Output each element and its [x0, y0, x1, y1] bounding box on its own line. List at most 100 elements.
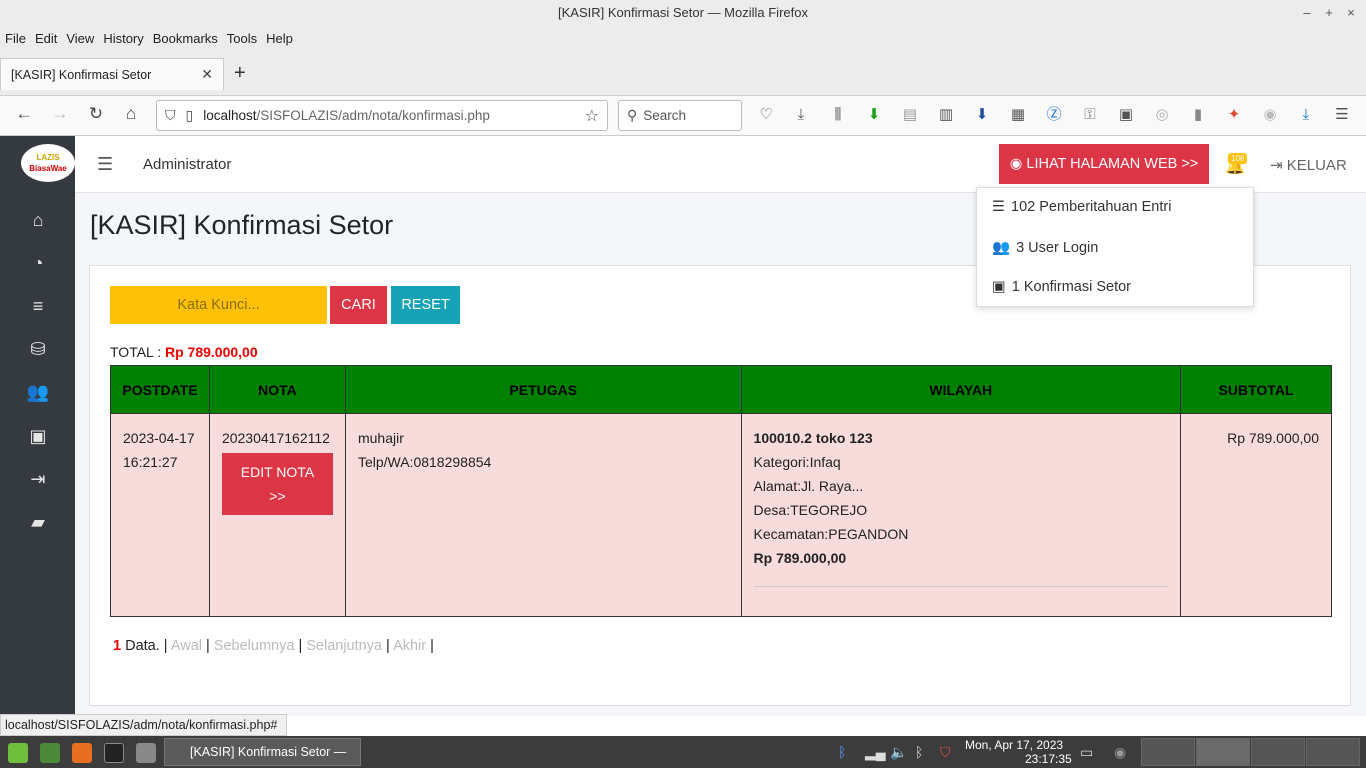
nav-bar: ← → ↻ ⌂ ⛉ ▯ localhost/SISFOLAZIS/adm/not… [0, 96, 1366, 136]
taskbar: [KASIR] Konfirmasi Setor — ... ᛒ ▂▄ 🔈 ᛒ … [0, 736, 1366, 768]
users-icon[interactable]: 👥 [26, 382, 50, 403]
menu-history[interactable]: History [103, 31, 143, 46]
pager-last[interactable]: Akhir [393, 638, 426, 654]
app-menu-icon[interactable]: ☰ [1332, 105, 1352, 125]
lock-icon[interactable]: ⚿ [1080, 105, 1100, 125]
dropdown-item-entri[interactable]: ☰ 102 Pemberitahuan Entri [992, 199, 1171, 215]
database-icon[interactable]: ⛁ [26, 339, 50, 360]
header-nota: NOTA [208, 365, 346, 414]
window-title: [KASIR] Konfirmasi Setor — Mozilla Firef… [558, 5, 808, 20]
user-label: Administrator [143, 156, 232, 173]
qr-code-icon[interactable]: ▣ [1116, 105, 1136, 125]
save-icon[interactable]: ⬇ [972, 105, 992, 125]
edit-nota-button[interactable]: EDIT NOTA >> [221, 453, 333, 515]
app-logo[interactable]: LAZIS BiasaWae [21, 144, 75, 182]
taskbar-window-button[interactable]: [KASIR] Konfirmasi Setor — ... [164, 738, 361, 766]
close-window-button[interactable]: × [1342, 0, 1360, 26]
maximize-button[interactable]: + [1320, 0, 1338, 26]
subtotal-value: Rp 789.000,00 [1227, 430, 1319, 446]
page-info-icon[interactable]: ▯ [186, 107, 194, 124]
pocket-icon[interactable]: ♡ [756, 105, 776, 125]
network-icon[interactable]: ▂▄ [865, 744, 886, 761]
view-website-button[interactable]: ◉ LIHAT HALAMAN WEB >> [999, 144, 1209, 184]
library-icon[interactable]: ⫼ [828, 105, 848, 125]
clock[interactable]: Mon, Apr 17, 2023 23:17:35 [965, 738, 1072, 766]
forward-arrow-icon[interactable]: → [49, 104, 71, 124]
wilayah-kategori: Kategori:Infaq [753, 454, 841, 470]
notification-badge: 106 [1228, 153, 1248, 164]
table-header-row: POSTDATE NOTA PETUGAS WILAYAH SUBTOTAL [110, 365, 1332, 414]
browser-tab[interactable]: [KASIR] Konfirmasi Setor ✕ [0, 58, 224, 90]
menu-view[interactable]: View [66, 31, 94, 46]
logout-button[interactable]: ⇥ KELUAR [1270, 156, 1347, 174]
terminal-icon[interactable] [104, 743, 124, 763]
pager-first[interactable]: Awal [171, 638, 202, 654]
zoom-extension-icon[interactable]: Ⓩ [1044, 105, 1064, 125]
menu-tools[interactable]: Tools [227, 31, 257, 46]
shield-alert-icon[interactable]: ⛉ [940, 744, 951, 761]
hamburger-icon[interactable]: ☰ [97, 154, 113, 175]
reader-icon[interactable]: ▥ [936, 105, 956, 125]
bluetooth-icon[interactable]: ᛒ [838, 744, 846, 760]
menu-help[interactable]: Help [266, 31, 293, 46]
petugas-name: muhajir [357, 430, 404, 446]
money-icon[interactable]: ▣ [26, 426, 50, 447]
data-label: Data. [125, 638, 160, 654]
firefox-icon[interactable] [72, 743, 92, 763]
home-icon[interactable]: ⌂ [120, 104, 142, 124]
downloads-icon[interactable]: ⤓ [791, 105, 811, 125]
url-text[interactable]: localhost/SISFOLAZIS/adm/nota/konfirmasi… [203, 108, 490, 123]
home-icon[interactable]: ⌂ [26, 210, 50, 231]
grid-icon[interactable]: ▦ [1008, 105, 1028, 125]
wilayah-kecamatan: Kecamatan:PEGANDON [753, 526, 909, 542]
workspace-2[interactable] [1196, 738, 1250, 766]
menu-file[interactable]: File [5, 31, 26, 46]
server-icon[interactable]: ≡ [26, 296, 50, 317]
url-bar[interactable]: ⛉ ▯ localhost/SISFOLAZIS/adm/nota/konfir… [156, 100, 608, 131]
workspace-3[interactable] [1251, 738, 1305, 766]
reset-button[interactable]: RESET [391, 286, 460, 324]
menu-edit[interactable]: Edit [35, 31, 57, 46]
bluetooth-tray-icon[interactable]: ᛒ [915, 744, 923, 760]
reload-icon[interactable]: ↻ [85, 104, 107, 124]
volume-icon[interactable]: 🔈 [890, 744, 907, 761]
sign-out-icon[interactable]: ⇥ [26, 469, 50, 490]
battery-icon[interactable]: ▭ [1080, 744, 1093, 761]
download-arrow-icon[interactable]: ⤓ [1296, 105, 1316, 125]
dropdown-item-user-login[interactable]: 👥 3 User Login [992, 239, 1098, 256]
search-input[interactable]: Kata Kunci... [110, 286, 327, 324]
wilayah-alamat: Alamat:Jl. Raya... [753, 478, 864, 494]
minimize-button[interactable]: – [1298, 0, 1316, 26]
record-icon[interactable]: ◉ [1260, 105, 1280, 125]
app-icon[interactable] [136, 743, 156, 763]
search-placeholder: Search [643, 108, 687, 123]
briefcase-icon[interactable]: ▰ [26, 512, 50, 533]
users-icon: 👥 [992, 240, 1011, 256]
tab-close-icon[interactable]: ✕ [201, 66, 213, 83]
postdate-date: 2023-04-17 [123, 430, 195, 446]
extension-gray-icon[interactable]: ▮ [1188, 105, 1208, 125]
shield-icon[interactable]: ⛉ [165, 107, 176, 124]
wilayah-amount: Rp 789.000,00 [753, 550, 847, 566]
power-icon[interactable]: ◉ [1114, 744, 1126, 761]
workspace-1[interactable] [1141, 738, 1195, 766]
start-menu-icon[interactable] [8, 743, 28, 763]
pager-prev[interactable]: Sebelumnya [214, 638, 295, 654]
extension-icon[interactable]: ▤ [900, 105, 920, 125]
search-bar[interactable]: ⚲ Search [618, 100, 742, 131]
back-arrow-icon[interactable]: ← [13, 104, 35, 124]
file-manager-icon[interactable] [40, 743, 60, 763]
colorful-extension-icon[interactable]: ✦ [1224, 105, 1244, 125]
menu-bookmarks[interactable]: Bookmarks [153, 31, 218, 46]
pager-next[interactable]: Selanjutnya [306, 638, 382, 654]
dashboard-icon[interactable]: ◔ [26, 253, 50, 274]
total-line: TOTAL : Rp 789.000,00 [110, 344, 258, 360]
download-helper-icon[interactable]: ⬇ [864, 105, 884, 125]
search-button[interactable]: CARI [330, 286, 387, 324]
content-card: Kata Kunci... CARI RESET TOTAL : Rp 789.… [89, 265, 1351, 706]
new-tab-icon[interactable]: + [234, 62, 246, 85]
workspace-4[interactable] [1306, 738, 1360, 766]
globe-icon[interactable]: ◎ [1152, 105, 1172, 125]
dropdown-item-konfirmasi[interactable]: ▣ 1 Konfirmasi Setor [992, 279, 1131, 295]
bookmark-star-icon[interactable]: ☆ [585, 106, 599, 126]
